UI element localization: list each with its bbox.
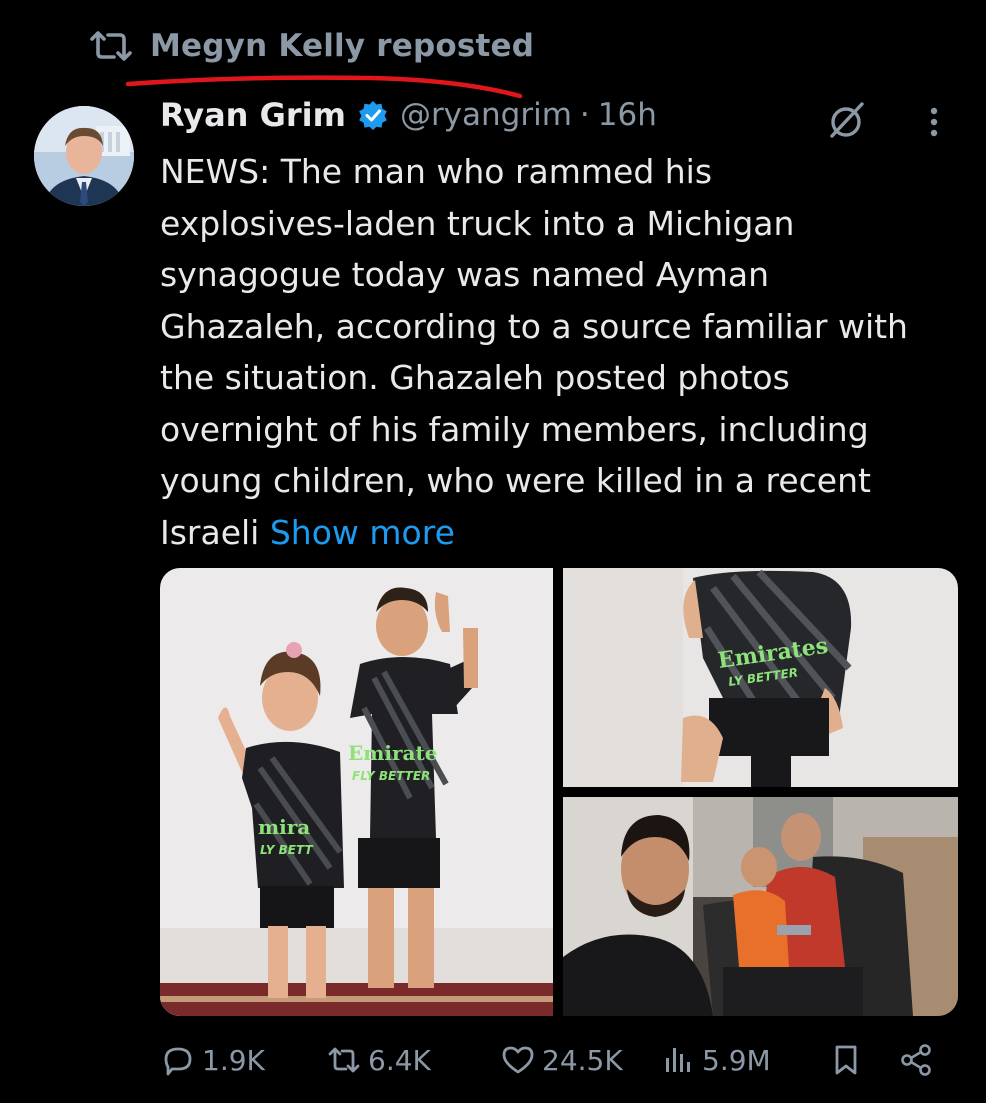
- reply-button[interactable]: 1.9K: [160, 1042, 265, 1078]
- reply-count: 1.9K: [202, 1043, 265, 1077]
- like-count: 24.5K: [542, 1043, 623, 1077]
- photo-selfie-image: [563, 797, 958, 1016]
- repost-action-icon: [328, 1047, 360, 1073]
- jersey-text-boy: Emirate: [348, 741, 437, 765]
- jersey-sub-girl: LY BETT: [260, 843, 313, 857]
- avatar[interactable]: [34, 106, 134, 206]
- repost-label[interactable]: Megyn Kelly reposted: [150, 28, 534, 64]
- photo-children-image: Emirate FLY BETTER mira LY BETT: [160, 568, 553, 1016]
- more-options-icon[interactable]: [920, 104, 948, 140]
- share-button[interactable]: [898, 1042, 934, 1078]
- share-icon: [901, 1044, 931, 1076]
- post-timestamp[interactable]: 16h: [598, 97, 657, 133]
- media-photo-selfie[interactable]: [563, 797, 958, 1016]
- media-photo-children[interactable]: Emirate FLY BETTER mira LY BETT: [160, 568, 553, 1016]
- photo-child-image: Emirates LY BETTER: [563, 568, 958, 787]
- views-count: 5.9M: [702, 1043, 771, 1077]
- bookmark-button[interactable]: [828, 1042, 864, 1078]
- repost-button[interactable]: 6.4K: [326, 1042, 431, 1078]
- avatar-image: [34, 106, 134, 206]
- author-handle[interactable]: @ryangrim: [400, 97, 572, 133]
- repost-header[interactable]: Megyn Kelly reposted: [88, 28, 534, 64]
- author-row: Ryan Grim @ryangrim · 16h: [160, 96, 657, 134]
- views-chart-icon: [666, 1048, 690, 1072]
- author-name[interactable]: Ryan Grim: [160, 96, 346, 134]
- media-photo-child[interactable]: Emirates LY BETTER: [563, 568, 958, 787]
- reply-icon: [164, 1047, 192, 1076]
- post-page: Megyn Kelly reposted Ryan Grim @ryangrim…: [0, 0, 986, 1103]
- views-button[interactable]: 5.9M: [660, 1042, 771, 1078]
- action-bar: 1.9K 6.4K 24.5K 5.9M: [160, 1040, 950, 1084]
- post-text: NEWS: The man who rammed his explosives-…: [160, 146, 970, 558]
- grok-icon[interactable]: [826, 100, 868, 142]
- post-body: NEWS: The man who rammed his explosives-…: [160, 152, 908, 552]
- media-grid: Emirate FLY BETTER mira LY BETT Emirates…: [160, 568, 958, 1016]
- jersey-sub-boy: FLY BETTER: [352, 769, 430, 783]
- heart-icon: [502, 1046, 534, 1074]
- repost-icon: [90, 31, 132, 61]
- separator-dot: ·: [579, 97, 590, 133]
- show-more-link[interactable]: Show more: [270, 513, 455, 552]
- verified-badge-icon: [359, 101, 387, 130]
- jersey-text-girl: mira: [258, 815, 310, 839]
- bookmark-icon: [835, 1045, 857, 1075]
- repost-count: 6.4K: [368, 1043, 431, 1077]
- like-button[interactable]: 24.5K: [500, 1042, 623, 1078]
